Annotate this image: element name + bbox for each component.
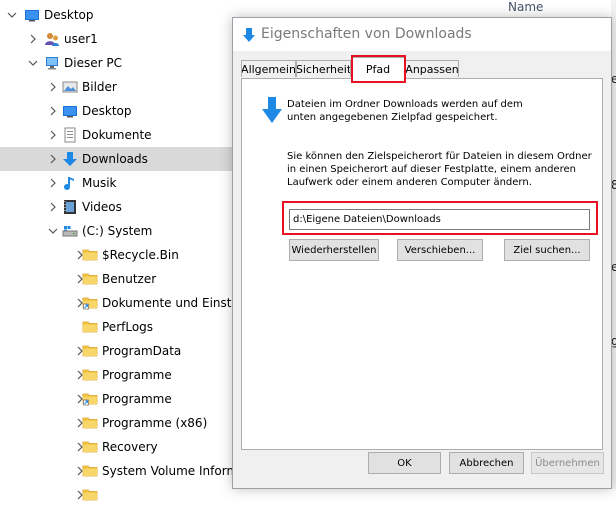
documents-icon <box>62 127 78 143</box>
dialog-titlebar[interactable]: Eigenschaften von Downloads <box>233 18 611 51</box>
path-input[interactable] <box>289 209 590 230</box>
tab-allgemein[interactable]: Allgemein <box>241 60 296 77</box>
folder-icon <box>82 271 98 287</box>
folder-icon <box>82 247 98 263</box>
chevron-right-icon[interactable] <box>48 106 58 116</box>
tree-item-label: Dokumente <box>82 128 152 142</box>
folder-icon <box>82 463 98 479</box>
tree-item-label: Programme (x86) <box>102 416 208 430</box>
tree-item-label: Downloads <box>82 152 148 166</box>
tree-item-label: (C:) System <box>82 224 153 238</box>
folder-icon <box>82 343 98 359</box>
column-header-name[interactable]: Name <box>508 0 543 14</box>
tree-item-label: Bilder <box>82 80 117 94</box>
folder-icon <box>82 487 98 503</box>
music-icon <box>62 175 78 191</box>
downloads-icon <box>62 151 78 167</box>
download-arrow-icon <box>242 27 256 46</box>
ok-button[interactable]: OK <box>368 452 441 474</box>
folder-icon <box>82 415 98 431</box>
tree-item-label: Benutzer <box>102 272 157 286</box>
intro-text: Dateien im Ordner Downloads werden auf d… <box>287 99 523 123</box>
find-target-button[interactable]: Ziel suchen... <box>504 239 590 261</box>
folder-shortcut-icon <box>82 295 98 311</box>
pictures-icon <box>62 79 78 95</box>
tree-item-label: user1 <box>64 32 98 46</box>
desktop-icon <box>24 7 40 23</box>
this-pc-icon <box>44 55 60 71</box>
tree-item-label: Musik <box>82 176 117 190</box>
folder-shortcut-icon <box>82 391 98 407</box>
tree-item-label: Recovery <box>102 440 158 454</box>
chevron-right-icon[interactable] <box>48 82 58 92</box>
tree-item-label: Programme <box>102 392 172 406</box>
apply-button[interactable]: Übernehmen <box>531 452 604 474</box>
tab-sicherheit[interactable]: Sicherheit <box>296 60 351 77</box>
description-text: Sie können den Zielspeicherort für Datei… <box>287 151 592 188</box>
tree-item-label: Videos <box>82 200 122 214</box>
folder-icon <box>82 367 98 383</box>
restore-button[interactable]: Wiederherstellen <box>289 239 379 261</box>
tree-item-label: $Recycle.Bin <box>102 248 179 262</box>
chevron-right-icon[interactable] <box>48 178 58 188</box>
move-button[interactable]: Verschieben... <box>397 239 483 261</box>
pfad-tab-panel: Dateien im Ordner Downloads werden auf d… <box>241 78 603 450</box>
chevron-right-icon[interactable] <box>48 202 58 212</box>
videos-icon <box>62 199 78 215</box>
tree-item-label: Desktop <box>44 8 94 22</box>
chevron-down-icon[interactable] <box>7 10 17 20</box>
tree-item-label: Programme <box>102 368 172 382</box>
tab-anpassen[interactable]: Anpassen <box>405 60 459 77</box>
tree-item-label: PerfLogs <box>102 320 154 334</box>
chevron-right-icon[interactable] <box>48 130 58 140</box>
chevron-down-icon[interactable] <box>48 226 58 236</box>
desktop-icon <box>62 103 78 119</box>
dialog-title: Eigenschaften von Downloads <box>261 26 472 42</box>
download-arrow-icon <box>261 96 283 127</box>
folder-icon <box>82 319 98 335</box>
chevron-right-icon[interactable] <box>28 34 38 44</box>
tree-item-label: ProgramData <box>102 344 182 358</box>
drive-icon <box>62 223 78 239</box>
tree-item-label: Dieser PC <box>64 56 122 70</box>
chevron-down-icon[interactable] <box>28 58 38 68</box>
folder-icon <box>82 439 98 455</box>
user-folder-icon <box>44 31 60 47</box>
properties-dialog: Eigenschaften von Downloads Allgemein Si… <box>232 17 612 489</box>
cancel-button[interactable]: Abbrechen <box>449 452 524 474</box>
tree-item-label: Desktop <box>82 104 132 118</box>
tab-highlight-box <box>351 55 406 83</box>
chevron-right-icon[interactable] <box>48 154 58 164</box>
